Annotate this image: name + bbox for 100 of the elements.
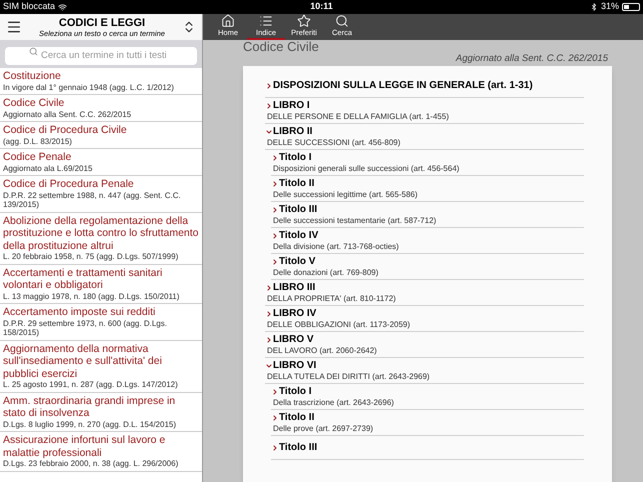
law-title: Accertamenti e trattamenti sanitari volontari e obbligatori	[3, 266, 164, 292]
chevron-right-icon	[271, 414, 279, 422]
chevron-right-icon	[265, 336, 273, 344]
index-subtitle: Delle donazioni (art. 769-809)	[273, 268, 380, 278]
index-title: LIBRO IV	[273, 308, 316, 320]
chevron-down-icon	[265, 362, 273, 370]
law-subtitle: D.Lgs. 23 febbraio 2000, n. 38 (agg. L. 296/2006)	[3, 459, 180, 468]
law-title: Codice Penale	[3, 151, 72, 164]
law-subtitle: L. 13 maggio 1978, n. 180 (agg. D.Lgs. 150/2011)	[3, 292, 180, 301]
index-row[interactable]: Titolo I Della trascrizione (art. 2643-2696)	[271, 384, 584, 410]
index-subtitle: DELLE SUCCESSIONI (art. 456-809)	[267, 138, 402, 148]
law-subtitle: Aggiornato ala L.69/2015	[3, 164, 94, 173]
index-title: Titolo IV	[279, 230, 318, 242]
index-row[interactable]: DISPOSIZIONI SULLA LEGGE IN GENERALE (art. 1-31)	[265, 74, 584, 98]
index-subtitle: Della trascrizione (art. 2643-2696)	[273, 398, 395, 408]
index-title: LIBRO VI	[273, 360, 316, 372]
law-subtitle: L. 20 febbraio 1958, n. 75 (agg. D.Lgs. 507/1999)	[3, 252, 180, 262]
index-row[interactable]: Titolo III	[271, 436, 584, 460]
law-list-item[interactable]: Codice di Procedura Civile (agg. D.L. 83/2015)	[0, 122, 202, 149]
index-title: Titolo I	[279, 152, 312, 164]
index-subtitle: Delle successioni testamentarie (art. 587-712)	[273, 216, 438, 226]
chevron-right-icon	[265, 102, 273, 110]
law-list-item[interactable]: Amm. straordinaria grandi imprese in stato di insolvenza D.Lgs. 8 luglio 1999, n. 270 (agg. D.L. 154/2015)	[0, 392, 202, 432]
index-subtitle: DELLE PERSONE E DELLA FAMIGLIA (art. 1-455)	[267, 112, 450, 122]
index-row[interactable]: LIBRO VI DELLA TUTELA DEI DIRITTI (art. 2643-2969)	[265, 358, 584, 384]
index-subtitle: Delle successioni legittime (art. 565-586)	[273, 190, 419, 200]
law-list-item[interactable]: Abolizione della regolamentazione della prostituzione e lotta contro lo sfruttamento della prostituzione altrui L. 20 febbraio 1958, n. 75 (agg. D.Lgs. 507/1999)	[0, 212, 202, 264]
carrier-text: SIM bloccata	[3, 0, 56, 14]
index-title: Titolo III	[279, 440, 318, 454]
chevron-down-icon	[265, 128, 273, 136]
index-row[interactable]: LIBRO III DELLA PROPRIETA' (art. 810-1172)	[265, 280, 584, 306]
chevron-right-icon	[271, 444, 279, 452]
law-subtitle: D.Lgs. 8 luglio 1999, n. 270 (agg. D.L. 154/2015)	[3, 420, 178, 429]
index-row[interactable]: LIBRO V DEL LAVORO (art. 2060-2642)	[265, 332, 584, 358]
index-subtitle: Disposizioni generali sulle successioni (art. 456-564)	[273, 164, 460, 174]
index-subtitle: Della divisione (art. 713-768-octies)	[273, 242, 400, 252]
index-subtitle: Delle prove (art. 2697-2739)	[273, 424, 374, 434]
chevron-right-icon	[271, 232, 279, 240]
document-title: Codice Civile	[243, 40, 320, 54]
index-subtitle: DEL LAVORO (art. 2060-2642)	[267, 346, 378, 356]
search-icon	[335, 14, 349, 28]
chevron-right-icon	[271, 388, 279, 396]
star-icon	[297, 14, 311, 28]
update-note: Aggiornato alla Sent. C.C. 262/2015	[456, 54, 609, 64]
index-row[interactable]: Titolo II Delle successioni legittime (art. 565-586)	[271, 176, 584, 202]
law-subtitle: (agg. D.L. 83/2015)	[3, 136, 73, 146]
index-title: LIBRO III	[273, 282, 316, 294]
index-title: Titolo V	[279, 256, 316, 268]
battery-text: 31%	[600, 0, 619, 14]
index-row[interactable]: LIBRO IV DELLE OBBLIGAZIONI (art. 1173-2059)	[265, 306, 584, 332]
sidebar-title: CODICI E LEGGI	[58, 16, 146, 28]
battery-icon	[622, 3, 640, 11]
index-row[interactable]: Titolo I Disposizioni generali sulle successioni (art. 456-564)	[271, 150, 584, 176]
home-icon	[221, 14, 235, 28]
law-title: Abolizione della regolamentazione della prostituzione e lotta contro lo sfruttamento della prostituzione altrui	[3, 214, 199, 252]
index-title: LIBRO II	[273, 126, 312, 138]
search-field[interactable]: Cerca un termine in tutti i testi	[5, 46, 197, 64]
index-subtitle: DELLA PROPRIETA' (art. 810-1172)	[267, 294, 397, 304]
index-subtitle: DELLE OBBLIGAZIONI (art. 1173-2059)	[267, 320, 412, 330]
law-list-item[interactable]: Aggiornamento della normativa sull'insediamento e sull'attivita' dei pubblici esercizi L. 25 agosto 1991, n. 287 (agg. D.Lgs. 147/2012)	[0, 340, 202, 392]
index-title: Titolo I	[279, 386, 312, 398]
law-subtitle: L. 25 agosto 1991, n. 287 (agg. D.Lgs. 147/2012)	[3, 380, 179, 390]
index-row[interactable]: Titolo III Delle successioni testamentarie (art. 587-712)	[271, 202, 584, 228]
chevron-right-icon	[265, 284, 273, 292]
search-icon	[29, 46, 38, 56]
law-subtitle: Aggiornato alla Sent. C.C. 262/2015	[3, 110, 132, 119]
index-row[interactable]: Titolo IV Della divisione (art. 713-768-octies)	[271, 228, 584, 254]
law-subtitle: D.P.R. 29 settembre 1973, n. 600 (agg. D.Lgs. 158/2015)	[3, 318, 168, 338]
law-title: Costituzione	[3, 70, 62, 82]
index-row[interactable]: LIBRO I DELLE PERSONE E DELLA FAMIGLIA (art. 1-455)	[265, 98, 584, 124]
law-title: Codice Civile	[3, 97, 66, 110]
index-row[interactable]: LIBRO II DELLE SUCCESSIONI (art. 456-809)	[265, 124, 584, 150]
law-title: Codice di Procedura Penale	[3, 178, 135, 190]
law-title: Amm. straordinaria grandi imprese in stato di insolvenza	[3, 394, 176, 420]
law-title: Codice di Procedura Civile	[3, 124, 128, 136]
law-title: Aggiornamento della normativa sull'insediamento e sull'attivita' dei pubblici esercizi	[3, 342, 163, 380]
law-list-item[interactable]: Codice Penale Aggiornato ala L.69/2015	[0, 149, 202, 176]
index-row[interactable]: Titolo II Delle prove (art. 2697-2739)	[271, 410, 584, 436]
index-title: LIBRO V	[273, 334, 314, 346]
menu-icon[interactable]	[6, 19, 22, 35]
chevron-right-icon	[271, 180, 279, 188]
law-title: Accertamento imposte sui redditi	[3, 306, 156, 318]
index-title: Titolo II	[279, 412, 314, 424]
clock-text: 10:11	[310, 0, 333, 14]
wifi-icon	[58, 2, 68, 12]
chevron-right-icon	[265, 310, 273, 318]
law-list-item[interactable]: Assicurazione infortuni sul lavoro e malattie professionali D.Lgs. 23 febbraio 2000, n. 38 (agg. L. 296/2006)	[0, 432, 202, 472]
index-row[interactable]: Titolo V Delle donazioni (art. 769-809)	[271, 254, 584, 280]
law-list-item[interactable]: Costituzione In vigore dal 1° gennaio 1948 (agg. L.C. 1/2012)	[0, 68, 202, 95]
law-subtitle: In vigore dal 1° gennaio 1948 (agg. L.C. 1/2012)	[3, 82, 175, 92]
law-title: Assicurazione infortuni sul lavoro e malattie professionali	[3, 434, 166, 459]
bluetooth-icon	[590, 3, 598, 11]
chevron-right-icon	[271, 154, 279, 162]
law-subtitle: D.P.R. 22 settembre 1988, n. 447 (agg. Sent. C.C. 139/2015)	[3, 190, 182, 210]
law-list-item[interactable]: Accertamenti e trattamenti sanitari volontari e obbligatori L. 13 maggio 1978, n. 180 (agg. D.Lgs. 150/2011)	[0, 264, 202, 304]
law-list-item[interactable]: Codice di Procedura Penale D.P.R. 22 settembre 1988, n. 447 (agg. Sent. C.C. 139/2015)	[0, 176, 202, 212]
chevron-right-icon	[271, 258, 279, 266]
law-list-item[interactable]: Codice Civile Aggiornato alla Sent. C.C. 262/2015	[0, 95, 202, 122]
law-list-item[interactable]: Accertamento imposte sui redditi D.P.R. 29 settembre 1973, n. 600 (agg. D.Lgs. 158/2015)	[0, 304, 202, 340]
chevron-right-icon	[271, 206, 279, 214]
